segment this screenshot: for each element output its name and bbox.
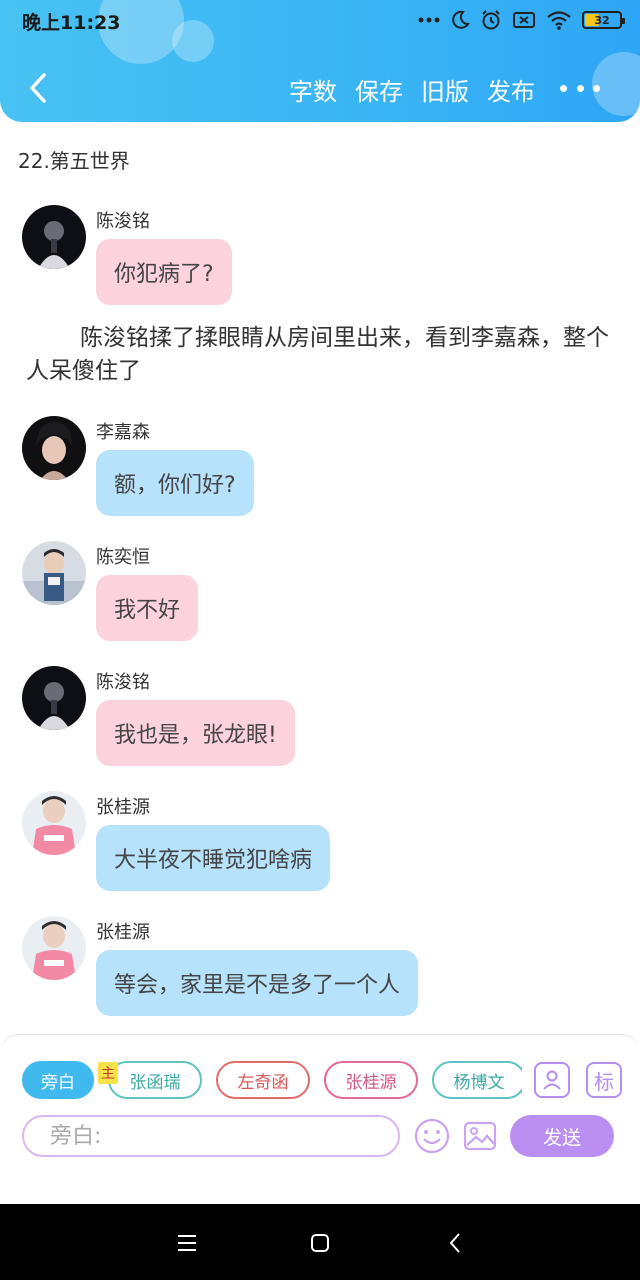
- menu-button[interactable]: [172, 1228, 202, 1258]
- more-button[interactable]: [560, 72, 600, 104]
- message-input[interactable]: [22, 1115, 400, 1157]
- save-button[interactable]: 保存: [355, 72, 403, 107]
- more-dots-icon: [418, 17, 440, 23]
- speaker-name: 李嘉森: [96, 422, 150, 443]
- publish-button[interactable]: 发布: [487, 72, 535, 107]
- image-button[interactable]: [460, 1116, 500, 1156]
- moon-icon: [452, 10, 470, 29]
- home-icon: [311, 1234, 329, 1252]
- role-chip[interactable]: 杨博文: [432, 1061, 522, 1099]
- avatar[interactable]: [22, 916, 86, 980]
- image-icon: [463, 1121, 497, 1151]
- wifi-icon: [547, 11, 571, 30]
- message-item: 陈浚铭 你犯病了?: [22, 205, 622, 305]
- smiley-icon: [414, 1118, 450, 1154]
- nav-actions: 字数 保存 旧版 发布: [289, 72, 535, 107]
- system-nav-bar: [0, 1204, 640, 1280]
- avatar[interactable]: [22, 541, 86, 605]
- system-back-button[interactable]: [440, 1228, 470, 1258]
- role-selector: 旁白 张函瑞 左奇函 张桂源 杨博文: [22, 1061, 522, 1101]
- role-chip[interactable]: 张函瑞: [108, 1061, 202, 1099]
- speaker-name: 陈浚铭: [96, 211, 150, 232]
- message-bubble[interactable]: 你犯病了?: [96, 239, 232, 305]
- narration-text[interactable]: 陈浚铭揉了揉眼睛从房间里出来，看到李嘉森，整个人呆傻住了: [26, 322, 622, 388]
- avatar[interactable]: [22, 205, 86, 269]
- message-bubble[interactable]: 我也是，张龙眼!: [96, 700, 295, 766]
- status-icons: 32: [418, 8, 625, 32]
- avatar[interactable]: [22, 666, 86, 730]
- tag-button[interactable]: 标: [586, 1062, 622, 1098]
- role-chip[interactable]: 左奇函: [216, 1061, 310, 1099]
- message-item: 张桂源 等会，家里是不是多了一个人: [22, 916, 622, 1016]
- speaker-name: 陈浚铭: [96, 672, 150, 693]
- emoji-button[interactable]: [412, 1116, 452, 1156]
- speaker-name: 陈奕恒: [96, 547, 150, 568]
- old-version-button[interactable]: 旧版: [421, 72, 469, 107]
- main-role-badge: 主: [98, 1062, 118, 1084]
- speaker-name: 张桂源: [96, 797, 150, 818]
- chevron-left-icon: [30, 73, 46, 103]
- add-character-button[interactable]: [534, 1062, 570, 1098]
- message-item: 陈浚铭 我也是，张龙眼!: [22, 666, 622, 766]
- top-nav: 字数 保存 旧版 发布: [0, 62, 640, 116]
- status-bar: 晚上11:23 32: [0, 0, 640, 40]
- chapter-title: 22.第五世界: [18, 149, 130, 173]
- menu-icon: [178, 1235, 196, 1251]
- back-arrow-icon: [449, 1233, 460, 1253]
- send-button[interactable]: 发送: [510, 1115, 614, 1157]
- message-bubble[interactable]: 大半夜不睡觉犯啥病: [96, 825, 331, 891]
- header: 晚上11:23 32 字数 保存 旧版 发布: [0, 0, 640, 122]
- user-icon: [543, 1070, 561, 1090]
- more-dot: [593, 84, 600, 92]
- message-item: 李嘉森 额，你们好?: [22, 416, 622, 516]
- role-chip[interactable]: 张桂源: [324, 1061, 418, 1099]
- status-time: 晚上11:23: [22, 12, 121, 34]
- battery-level: 32: [594, 13, 610, 27]
- more-dot: [560, 84, 567, 92]
- alarm-icon: [482, 10, 500, 30]
- message-bubble[interactable]: 我不好: [96, 575, 199, 641]
- avatar[interactable]: [22, 416, 86, 480]
- message-item: 张桂源 大半夜不睡觉犯啥病: [22, 791, 622, 891]
- message-bubble[interactable]: 等会，家里是不是多了一个人: [96, 950, 419, 1016]
- no-sim-icon: [513, 12, 535, 28]
- battery-icon: 32: [582, 11, 625, 29]
- avatar[interactable]: [22, 791, 86, 855]
- word-count-button[interactable]: 字数: [289, 72, 337, 107]
- home-button[interactable]: [305, 1228, 335, 1258]
- back-button[interactable]: [20, 70, 56, 106]
- message-item: 陈奕恒 我不好: [22, 541, 622, 641]
- speaker-name: 张桂源: [96, 922, 150, 943]
- message-bubble[interactable]: 额，你们好?: [96, 450, 254, 516]
- more-dot: [576, 84, 584, 92]
- role-chip-narrator[interactable]: 旁白: [22, 1061, 94, 1099]
